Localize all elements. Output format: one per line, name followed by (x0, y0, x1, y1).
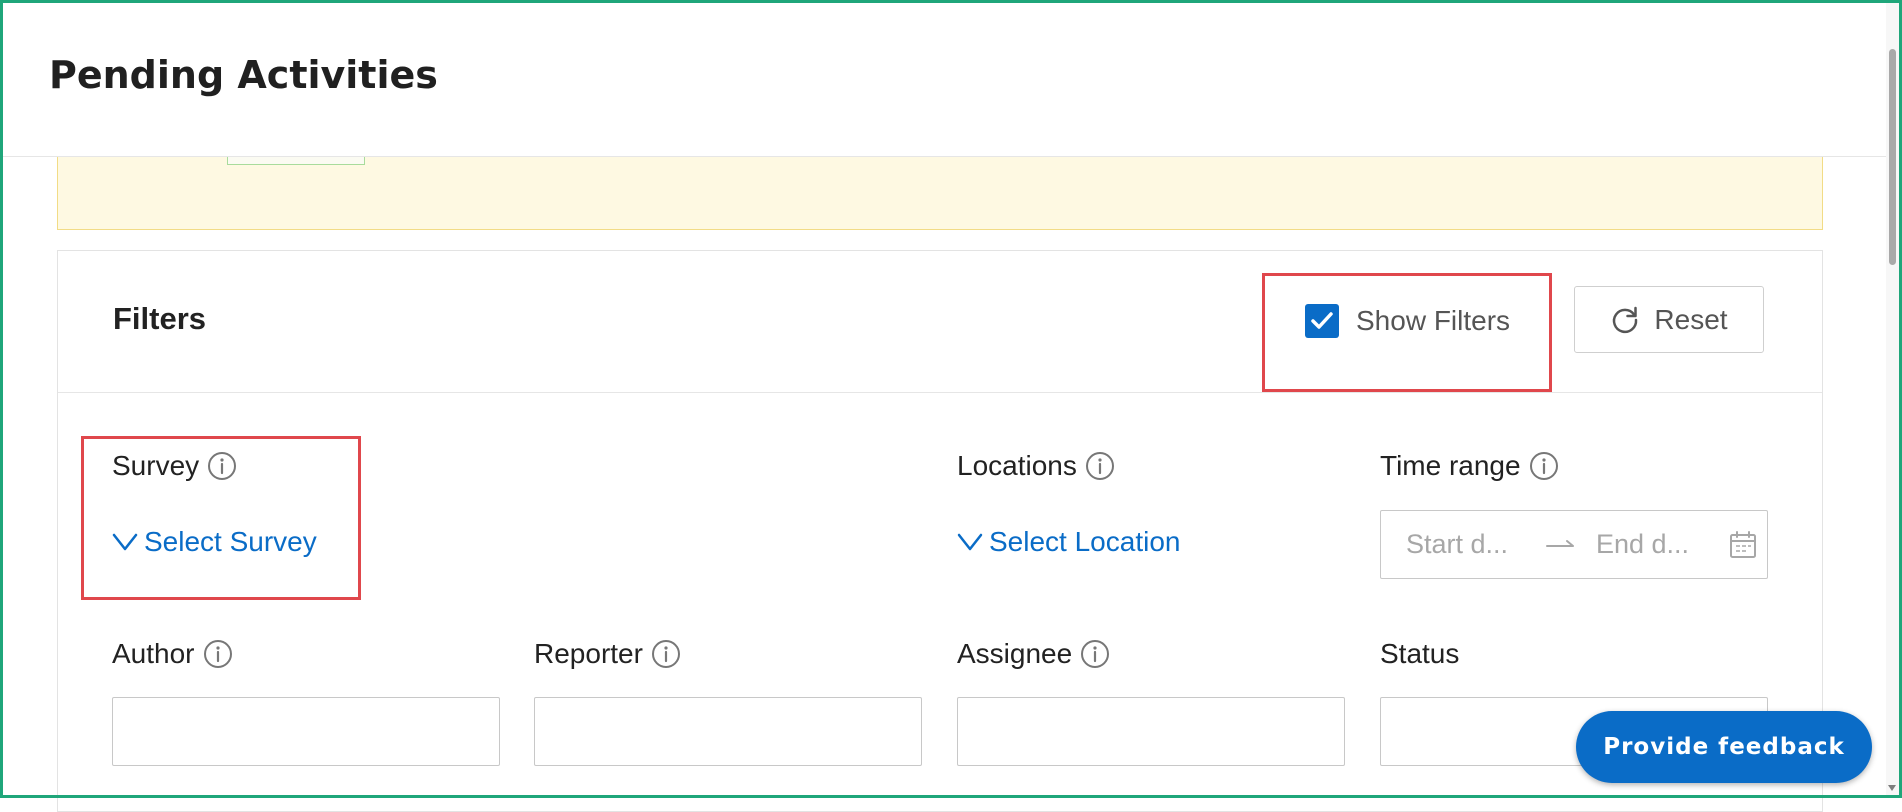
author-input[interactable] (112, 697, 500, 766)
show-filters-toggle[interactable]: Show Filters (1305, 281, 1510, 361)
filters-title: Filters (113, 301, 207, 336)
locations-label-text: Locations (957, 450, 1077, 481)
time-range-picker[interactable]: Start d... End d... (1380, 510, 1768, 579)
show-filters-checkbox[interactable] (1305, 304, 1339, 338)
show-filters-label: Show Filters (1356, 305, 1511, 336)
vertical-scrollbar[interactable] (1886, 3, 1899, 795)
status-label-text: Status (1380, 638, 1460, 669)
page-header: Pending Activities (3, 3, 1886, 157)
arrow-right-icon (1546, 539, 1574, 547)
reporter-input[interactable] (534, 697, 922, 766)
provide-feedback-button[interactable]: Provide feedback (1576, 711, 1872, 783)
info-icon[interactable] (1080, 639, 1110, 669)
start-date-input[interactable]: Start d... (1406, 529, 1536, 560)
chevron-down-icon (112, 533, 138, 551)
survey-label: Survey (112, 450, 237, 482)
status-label: Status (1380, 638, 1459, 670)
info-icon[interactable] (203, 639, 233, 669)
check-icon (1311, 312, 1333, 329)
calendar-icon[interactable] (1728, 530, 1758, 560)
select-location-dropdown[interactable]: Select Location (957, 526, 1180, 558)
assignee-label-text: Assignee (957, 638, 1073, 669)
select-survey-dropdown[interactable]: Select Survey (112, 526, 317, 558)
select-location-text: Select Location (989, 526, 1181, 557)
chevron-down-icon (957, 533, 983, 551)
select-survey-text: Select Survey (144, 526, 317, 557)
reporter-label-text: Reporter (534, 638, 643, 669)
filters-header: Filters Show Filters Reset (58, 251, 1822, 393)
assignee-input[interactable] (957, 697, 1345, 766)
locations-label: Locations (957, 450, 1115, 482)
scrollbar-thumb[interactable] (1889, 49, 1896, 265)
assignee-label: Assignee (957, 638, 1110, 670)
reset-label: Reset (1654, 303, 1728, 335)
reporter-label: Reporter (534, 638, 681, 670)
time-range-label-text: Time range (1380, 450, 1521, 481)
end-date-input[interactable]: End d... (1596, 529, 1716, 560)
info-icon[interactable] (1085, 451, 1115, 481)
time-range-label: Time range (1380, 450, 1559, 482)
info-icon[interactable] (651, 639, 681, 669)
scroll-down-arrow-icon[interactable] (1888, 785, 1896, 791)
author-label: Author (112, 638, 233, 670)
info-icon[interactable] (207, 451, 237, 481)
refresh-icon (1613, 306, 1638, 333)
survey-label-text: Survey (112, 450, 200, 481)
info-icon[interactable] (1529, 451, 1559, 481)
reset-button[interactable]: Reset (1574, 286, 1764, 353)
page-title: Pending Activities (49, 53, 438, 97)
author-label-text: Author (112, 638, 195, 669)
